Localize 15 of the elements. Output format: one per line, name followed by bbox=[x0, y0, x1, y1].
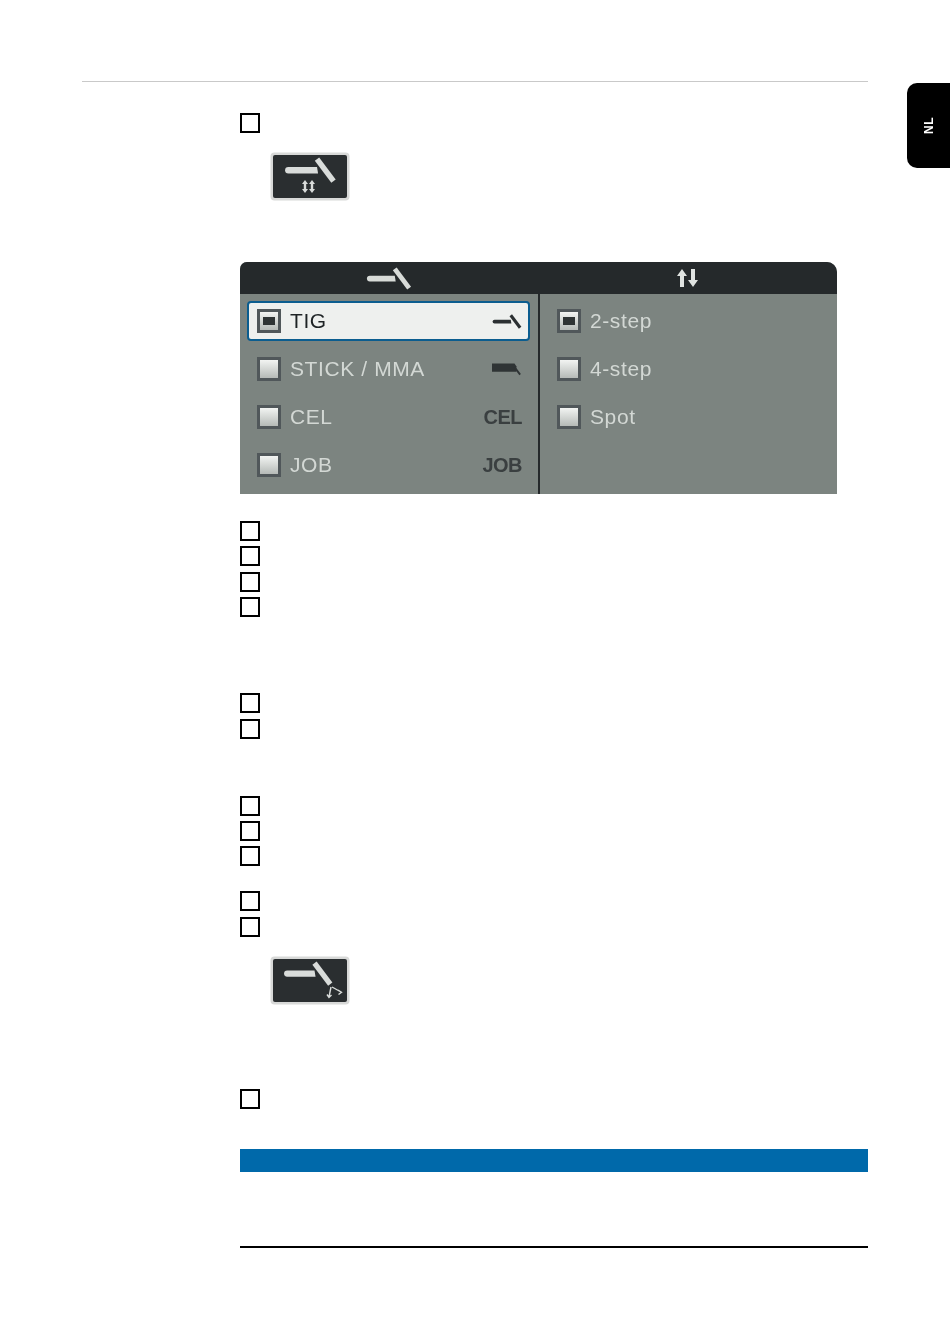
torch-split-arrows-key-icon bbox=[270, 955, 350, 1005]
menu-option[interactable]: STICK / MMA bbox=[247, 349, 530, 389]
menu-option[interactable]: Spot bbox=[547, 397, 829, 437]
mode-code-label: CEL bbox=[483, 405, 522, 429]
torch-updown-key-icon bbox=[270, 152, 350, 201]
menu-option[interactable]: JOB JOB bbox=[247, 445, 530, 485]
menu-option[interactable]: 2-step bbox=[547, 301, 829, 341]
torch-icon bbox=[366, 266, 412, 290]
mode-code-label: JOB bbox=[482, 453, 522, 477]
menu-option[interactable]: 4-step bbox=[547, 349, 829, 389]
electrode-holder-icon bbox=[492, 362, 522, 376]
menu-option[interactable]: CEL CEL bbox=[247, 397, 530, 437]
torch-icon bbox=[492, 313, 522, 329]
up-down-arrows-icon bbox=[676, 269, 699, 287]
menu-option[interactable]: TIG bbox=[247, 301, 530, 341]
